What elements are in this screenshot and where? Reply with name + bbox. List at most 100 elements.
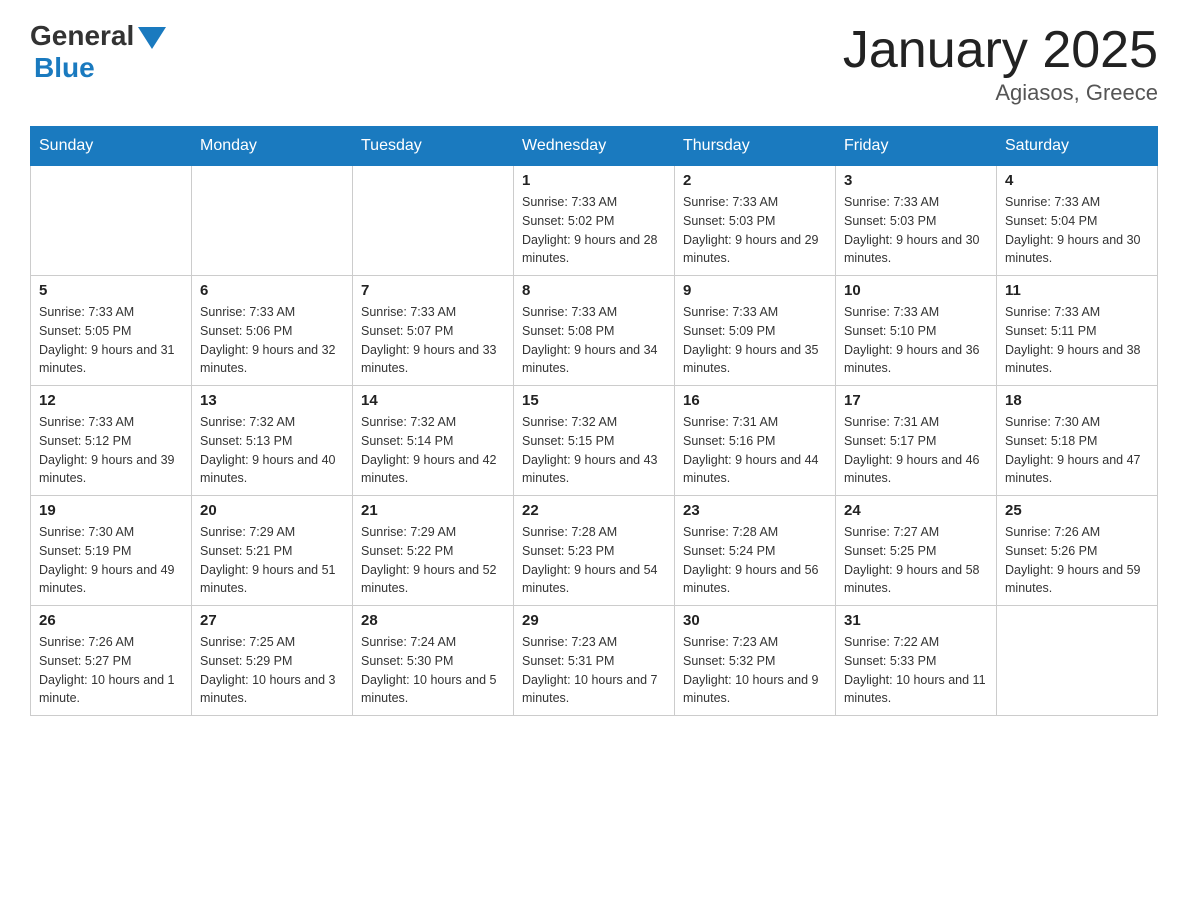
day-info: Sunrise: 7:33 AMSunset: 5:08 PMDaylight:… [522,303,666,378]
calendar-cell: 26Sunrise: 7:26 AMSunset: 5:27 PMDayligh… [31,606,192,716]
day-info: Sunrise: 7:33 AMSunset: 5:06 PMDaylight:… [200,303,344,378]
day-info: Sunrise: 7:28 AMSunset: 5:24 PMDaylight:… [683,523,827,598]
day-info: Sunrise: 7:27 AMSunset: 5:25 PMDaylight:… [844,523,988,598]
day-number: 1 [522,172,666,189]
day-info: Sunrise: 7:30 AMSunset: 5:18 PMDaylight:… [1005,413,1149,488]
calendar-cell: 23 Sunrise: 7:28 AMSunset: 5:24 PMDayligh… [675,496,836,606]
day-number: 30 [683,612,827,629]
day-info: Sunrise: 7:29 AMSunset: 5:22 PMDaylight:… [361,523,505,598]
calendar-cell: 9 Sunrise: 7:33 AMSunset: 5:09 PMDaylight… [675,276,836,386]
day-info: Sunrise: 7:23 AMSunset: 5:32 PMDaylight:… [683,633,827,708]
calendar-cell: 28Sunrise: 7:24 AMSunset: 5:30 PMDayligh… [353,606,514,716]
calendar-cell: 12Sunrise: 7:33 AMSunset: 5:12 PMDayligh… [31,386,192,496]
day-number: 5 [39,282,183,299]
day-number: 19 [39,502,183,519]
day-info: Sunrise: 7:32 AMSunset: 5:13 PMDaylight:… [200,413,344,488]
calendar-cell: 2Sunrise: 7:33 AMSunset: 5:03 PMDaylight… [675,166,836,276]
day-number: 22 [522,502,666,519]
day-number: 25 [1005,502,1149,519]
day-number: 18 [1005,392,1149,409]
day-number: 21 [361,502,505,519]
calendar-cell: 20 Sunrise: 7:29 AMSunset: 5:21 PMDayligh… [192,496,353,606]
header-friday: Friday [836,127,997,166]
day-number: 26 [39,612,183,629]
calendar-cell: 21 Sunrise: 7:29 AMSunset: 5:22 PMDayligh… [353,496,514,606]
header-monday: Monday [192,127,353,166]
day-info: Sunrise: 7:33 AMSunset: 5:07 PMDaylight:… [361,303,505,378]
day-number: 17 [844,392,988,409]
day-info: Sunrise: 7:32 AMSunset: 5:14 PMDaylight:… [361,413,505,488]
page-header: General Blue January 2025 Agiasos, Greec… [30,20,1158,106]
calendar-cell: 24 Sunrise: 7:27 AMSunset: 5:25 PMDayligh… [836,496,997,606]
header-wednesday: Wednesday [514,127,675,166]
calendar-header-row: SundayMondayTuesdayWednesdayThursdayFrid… [31,127,1158,166]
calendar-cell: 19 Sunrise: 7:30 AMSunset: 5:19 PMDayligh… [31,496,192,606]
day-info: Sunrise: 7:26 AMSunset: 5:26 PMDaylight:… [1005,523,1149,598]
header-saturday: Saturday [997,127,1158,166]
calendar-cell: 16 Sunrise: 7:31 AMSunset: 5:16 PMDayligh… [675,386,836,496]
day-number: 16 [683,392,827,409]
week-row-3: 19 Sunrise: 7:30 AMSunset: 5:19 PMDayligh… [31,496,1158,606]
day-number: 15 [522,392,666,409]
day-number: 10 [844,282,988,299]
day-number: 4 [1005,172,1149,189]
day-number: 27 [200,612,344,629]
logo: General Blue [30,20,166,84]
day-info: Sunrise: 7:33 AMSunset: 5:02 PMDaylight:… [522,193,666,268]
day-info: Sunrise: 7:24 AMSunset: 5:30 PMDaylight:… [361,633,505,708]
day-info: Sunrise: 7:33 AMSunset: 5:09 PMDaylight:… [683,303,827,378]
calendar-title: January 2025 [843,20,1158,80]
calendar-cell: 31 Sunrise: 7:22 AMSunset: 5:33 PMDayligh… [836,606,997,716]
calendar-cell: 27 Sunrise: 7:25 AMSunset: 5:29 PMDayligh… [192,606,353,716]
day-info: Sunrise: 7:31 AMSunset: 5:17 PMDaylight:… [844,413,988,488]
calendar-cell [997,606,1158,716]
calendar-cell: 1 Sunrise: 7:33 AMSunset: 5:02 PMDaylight… [514,166,675,276]
day-info: Sunrise: 7:33 AMSunset: 5:04 PMDaylight:… [1005,193,1149,268]
day-info: Sunrise: 7:30 AMSunset: 5:19 PMDaylight:… [39,523,183,598]
day-number: 20 [200,502,344,519]
calendar-cell: 11Sunrise: 7:33 AMSunset: 5:11 PMDayligh… [997,276,1158,386]
logo-blue-text: Blue [34,52,166,84]
day-number: 3 [844,172,988,189]
calendar-cell: 5Sunrise: 7:33 AMSunset: 5:05 PMDaylight… [31,276,192,386]
calendar-cell: 25 Sunrise: 7:26 AMSunset: 5:26 PMDayligh… [997,496,1158,606]
calendar-cell: 17 Sunrise: 7:31 AMSunset: 5:17 PMDayligh… [836,386,997,496]
calendar-cell: 18 Sunrise: 7:30 AMSunset: 5:18 PMDayligh… [997,386,1158,496]
calendar-cell [353,166,514,276]
day-info: Sunrise: 7:28 AMSunset: 5:23 PMDaylight:… [522,523,666,598]
title-block: January 2025 Agiasos, Greece [843,20,1158,106]
day-number: 9 [683,282,827,299]
day-number: 13 [200,392,344,409]
week-row-4: 26Sunrise: 7:26 AMSunset: 5:27 PMDayligh… [31,606,1158,716]
week-row-2: 12Sunrise: 7:33 AMSunset: 5:12 PMDayligh… [31,386,1158,496]
week-row-0: 1 Sunrise: 7:33 AMSunset: 5:02 PMDaylight… [31,166,1158,276]
logo-triangle-icon [138,27,166,49]
header-sunday: Sunday [31,127,192,166]
day-number: 2 [683,172,827,189]
calendar-cell: 22 Sunrise: 7:28 AMSunset: 5:23 PMDayligh… [514,496,675,606]
day-number: 23 [683,502,827,519]
calendar-table: SundayMondayTuesdayWednesdayThursdayFrid… [30,126,1158,716]
day-number: 31 [844,612,988,629]
day-number: 24 [844,502,988,519]
header-tuesday: Tuesday [353,127,514,166]
calendar-subtitle: Agiasos, Greece [843,80,1158,106]
calendar-cell: 13 Sunrise: 7:32 AMSunset: 5:13 PMDayligh… [192,386,353,496]
header-thursday: Thursday [675,127,836,166]
logo-general-text: General [30,20,134,52]
calendar-cell: 7 Sunrise: 7:33 AMSunset: 5:07 PMDaylight… [353,276,514,386]
day-info: Sunrise: 7:25 AMSunset: 5:29 PMDaylight:… [200,633,344,708]
calendar-cell: 10 Sunrise: 7:33 AMSunset: 5:10 PMDayligh… [836,276,997,386]
day-info: Sunrise: 7:31 AMSunset: 5:16 PMDaylight:… [683,413,827,488]
day-info: Sunrise: 7:29 AMSunset: 5:21 PMDaylight:… [200,523,344,598]
calendar-cell: 30 Sunrise: 7:23 AMSunset: 5:32 PMDayligh… [675,606,836,716]
calendar-cell: 3Sunrise: 7:33 AMSunset: 5:03 PMDaylight… [836,166,997,276]
calendar-cell [31,166,192,276]
day-number: 7 [361,282,505,299]
calendar-cell: 15 Sunrise: 7:32 AMSunset: 5:15 PMDayligh… [514,386,675,496]
day-info: Sunrise: 7:33 AMSunset: 5:10 PMDaylight:… [844,303,988,378]
day-info: Sunrise: 7:32 AMSunset: 5:15 PMDaylight:… [522,413,666,488]
day-info: Sunrise: 7:22 AMSunset: 5:33 PMDaylight:… [844,633,988,708]
day-info: Sunrise: 7:33 AMSunset: 5:11 PMDaylight:… [1005,303,1149,378]
day-number: 8 [522,282,666,299]
